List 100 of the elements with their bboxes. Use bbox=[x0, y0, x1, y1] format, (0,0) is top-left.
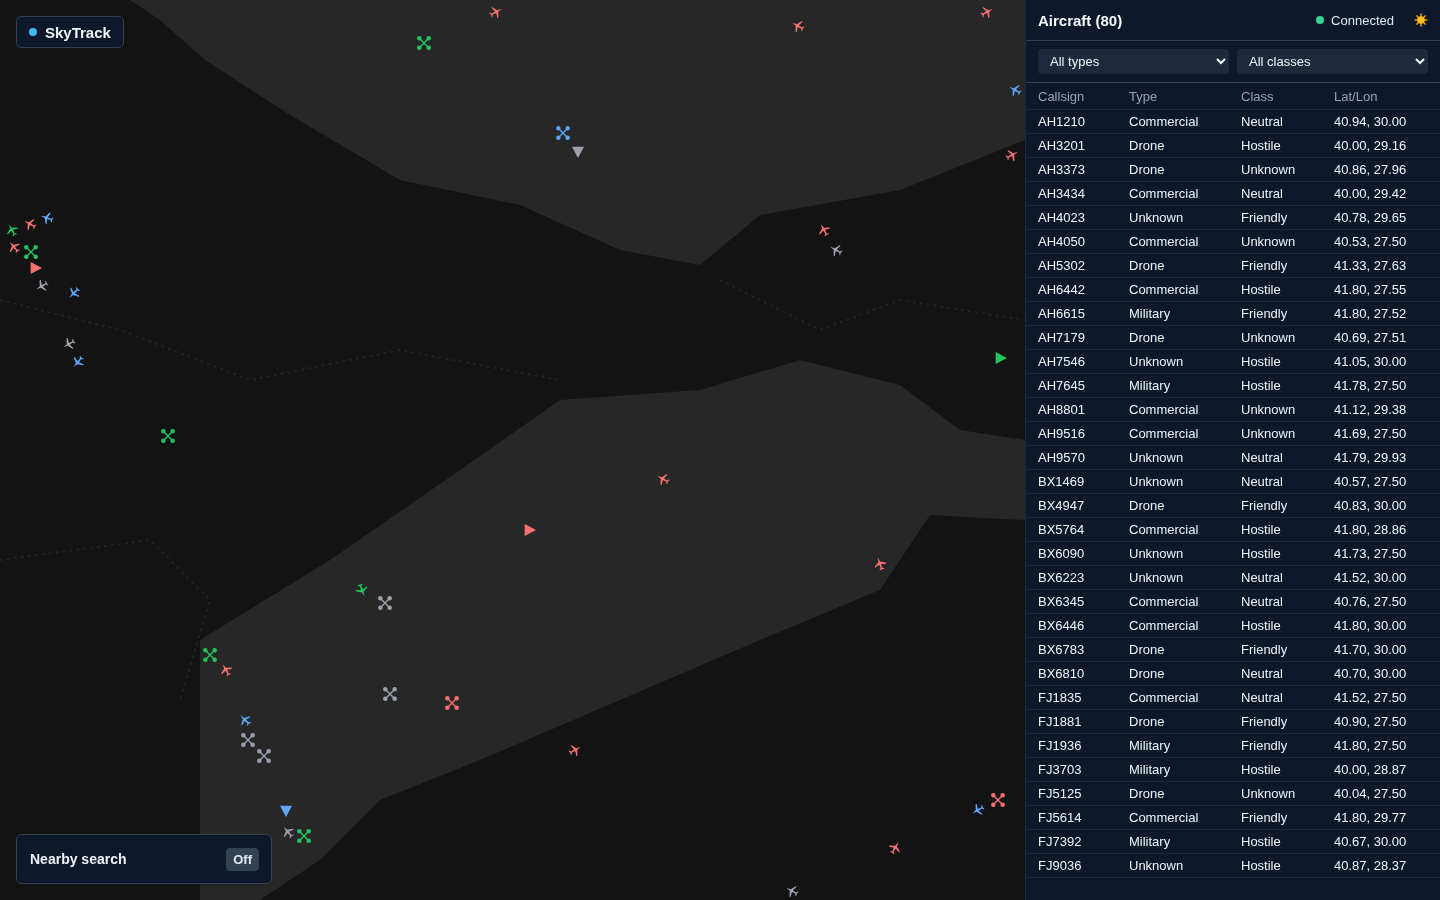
drone-icon[interactable] bbox=[240, 732, 256, 748]
triangle-icon[interactable] bbox=[28, 260, 44, 276]
table-cell: Unknown bbox=[1117, 565, 1229, 590]
airplane-icon[interactable] bbox=[488, 4, 504, 20]
drone-icon[interactable] bbox=[202, 647, 218, 663]
table-cell: 40.70, 30.00 bbox=[1322, 661, 1440, 686]
table-cell: Commercial bbox=[1117, 181, 1229, 206]
table-cell: Commercial bbox=[1117, 109, 1229, 134]
triangle-icon[interactable] bbox=[570, 144, 586, 160]
table-cell: BX4947 bbox=[1026, 493, 1117, 518]
airplane-icon[interactable] bbox=[979, 4, 995, 20]
table-cell: AH7546 bbox=[1026, 349, 1117, 374]
table-cell: Commercial bbox=[1117, 397, 1229, 422]
column-header[interactable]: Class bbox=[1229, 83, 1322, 110]
airplane-icon[interactable] bbox=[784, 883, 800, 899]
airplane-icon[interactable] bbox=[790, 18, 806, 34]
airplane-icon[interactable] bbox=[61, 336, 77, 352]
airplane-icon[interactable] bbox=[22, 216, 38, 232]
airplane-icon[interactable] bbox=[4, 222, 20, 238]
table-cell: FJ5125 bbox=[1026, 781, 1117, 806]
drone-icon[interactable] bbox=[416, 35, 432, 51]
airplane-icon[interactable] bbox=[354, 582, 370, 598]
nearby-search-toggle[interactable]: Off bbox=[226, 847, 259, 871]
airplane-icon[interactable] bbox=[872, 556, 888, 572]
table-cell: 40.78, 29.65 bbox=[1322, 205, 1440, 230]
airplane-icon[interactable] bbox=[970, 802, 986, 818]
table-cell: FJ3703 bbox=[1026, 757, 1117, 782]
airplane-icon[interactable] bbox=[655, 471, 671, 487]
table-cell: FJ1835 bbox=[1026, 685, 1117, 710]
drone-icon[interactable] bbox=[382, 686, 398, 702]
table-cell: Unknown bbox=[1229, 229, 1322, 254]
class-filter-dropdown[interactable]: All classes bbox=[1237, 49, 1428, 74]
table-cell: Hostile bbox=[1229, 613, 1322, 638]
table-cell: Unknown bbox=[1229, 781, 1322, 806]
airplane-icon[interactable] bbox=[237, 712, 253, 728]
table-cell: Unknown bbox=[1117, 349, 1229, 374]
table-cell: Unknown bbox=[1117, 445, 1229, 470]
drone-icon[interactable] bbox=[23, 244, 39, 260]
airplane-icon[interactable] bbox=[1004, 147, 1020, 163]
airplane-icon[interactable] bbox=[887, 840, 903, 856]
table-cell: 41.80, 27.50 bbox=[1322, 733, 1440, 758]
table-cell: Military bbox=[1117, 301, 1229, 326]
table-cell: Unknown bbox=[1117, 469, 1229, 494]
table-cell: Friendly bbox=[1229, 205, 1322, 230]
table-cell: 40.83, 30.00 bbox=[1322, 493, 1440, 518]
table-cell: BX5764 bbox=[1026, 517, 1117, 542]
table-cell: 41.80, 27.55 bbox=[1322, 277, 1440, 302]
table-cell: Neutral bbox=[1229, 685, 1322, 710]
drone-icon[interactable] bbox=[555, 125, 571, 141]
table-cell: Neutral bbox=[1229, 565, 1322, 590]
table-cell: 41.80, 29.77 bbox=[1322, 805, 1440, 830]
airplane-icon[interactable] bbox=[567, 742, 583, 758]
table-cell: Drone bbox=[1117, 709, 1229, 734]
table-cell: Neutral bbox=[1229, 181, 1322, 206]
table-cell: AH5302 bbox=[1026, 253, 1117, 278]
status-dot-icon bbox=[29, 28, 37, 36]
type-filter-dropdown[interactable]: All types bbox=[1038, 49, 1229, 74]
table-cell: Drone bbox=[1117, 493, 1229, 518]
airplane-icon[interactable] bbox=[816, 222, 832, 238]
drone-icon[interactable] bbox=[377, 595, 393, 611]
table-cell: Commercial bbox=[1117, 229, 1229, 254]
airplane-icon[interactable] bbox=[218, 662, 234, 678]
table-cell: BX1469 bbox=[1026, 469, 1117, 494]
table-cell: AH3434 bbox=[1026, 181, 1117, 206]
airplane-icon[interactable] bbox=[39, 210, 55, 226]
panel-title: Aircraft (80) bbox=[1038, 11, 1123, 29]
drone-icon[interactable] bbox=[990, 792, 1006, 808]
table-cell: 40.69, 27.51 bbox=[1322, 325, 1440, 350]
triangle-icon[interactable] bbox=[278, 803, 294, 819]
table-cell: Friendly bbox=[1229, 709, 1322, 734]
table-cell: Hostile bbox=[1229, 373, 1322, 398]
table-cell: 41.73, 27.50 bbox=[1322, 541, 1440, 566]
drone-icon[interactable] bbox=[296, 828, 312, 844]
airplane-icon[interactable] bbox=[828, 242, 844, 258]
table-cell: FJ5614 bbox=[1026, 805, 1117, 830]
drone-icon[interactable] bbox=[444, 695, 460, 711]
drone-icon[interactable] bbox=[160, 428, 176, 444]
column-header[interactable]: Callsign bbox=[1026, 83, 1117, 110]
table-cell: Friendly bbox=[1229, 253, 1322, 278]
drone-icon[interactable] bbox=[256, 748, 272, 764]
column-header[interactable]: Lat/Lon bbox=[1322, 83, 1440, 110]
app-badge[interactable]: SkyTrack bbox=[16, 16, 124, 48]
table-cell: FJ9036 bbox=[1026, 853, 1117, 878]
table-cell: Unknown bbox=[1229, 397, 1322, 422]
airplane-icon[interactable] bbox=[34, 278, 50, 294]
table-cell: Unknown bbox=[1117, 205, 1229, 230]
airplane-icon[interactable] bbox=[1007, 82, 1023, 98]
table-cell: 40.53, 27.50 bbox=[1322, 229, 1440, 254]
table-cell: Drone bbox=[1117, 157, 1229, 182]
column-header[interactable]: Type bbox=[1117, 83, 1229, 110]
triangle-icon[interactable] bbox=[993, 350, 1009, 366]
connection-status: Connected bbox=[1331, 12, 1394, 28]
table-cell: Drone bbox=[1117, 253, 1229, 278]
table-cell: AH6615 bbox=[1026, 301, 1117, 326]
sun-icon[interactable] bbox=[1414, 13, 1428, 27]
table-cell: AH9516 bbox=[1026, 421, 1117, 446]
airplane-icon[interactable] bbox=[66, 285, 82, 301]
triangle-icon[interactable] bbox=[522, 522, 538, 538]
table-cell: Military bbox=[1117, 829, 1229, 854]
table-cell: Commercial bbox=[1117, 613, 1229, 638]
